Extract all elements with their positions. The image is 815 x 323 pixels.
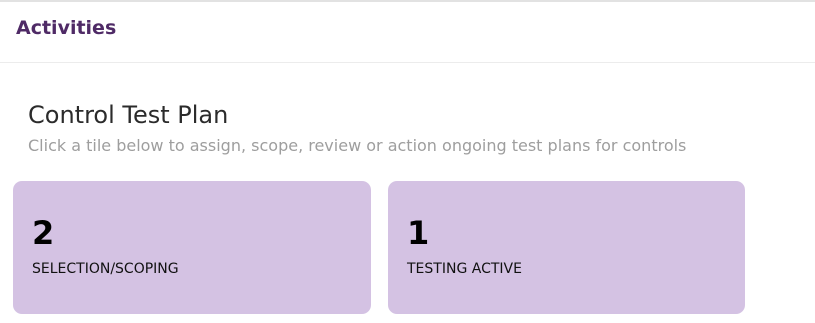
tile-count: 2: [32, 214, 55, 252]
tile-label: SELECTION/SCOPING: [32, 261, 179, 277]
activities-panel: Activities Control Test Plan Click a til…: [0, 0, 815, 323]
panel-title: Activities: [16, 17, 117, 39]
section-title: Control Test Plan: [28, 101, 229, 129]
panel-header: Activities: [0, 2, 815, 63]
tile-count: 1: [407, 214, 430, 252]
tile-selection-scoping[interactable]: 2 SELECTION/SCOPING: [13, 181, 371, 314]
section-subtitle: Click a tile below to assign, scope, rev…: [28, 136, 687, 155]
tile-testing-active[interactable]: 1 TESTING ACTIVE: [388, 181, 745, 314]
tile-label: TESTING ACTIVE: [407, 261, 522, 277]
